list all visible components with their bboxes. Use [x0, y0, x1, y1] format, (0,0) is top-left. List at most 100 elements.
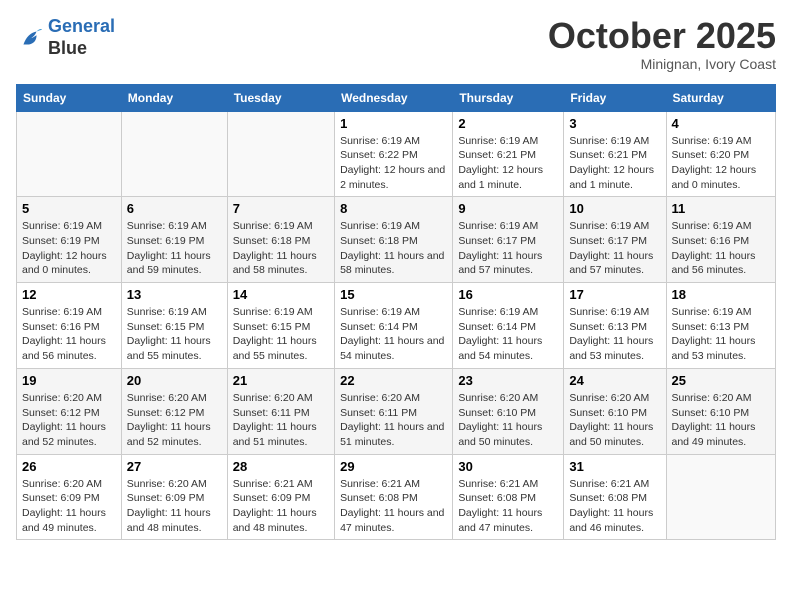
day-number: 6: [127, 201, 222, 216]
calendar-cell: [666, 454, 776, 540]
day-number: 3: [569, 116, 660, 131]
day-number: 21: [233, 373, 329, 388]
day-number: 4: [672, 116, 771, 131]
day-number: 13: [127, 287, 222, 302]
day-number: 27: [127, 459, 222, 474]
header-day-thursday: Thursday: [453, 84, 564, 111]
calendar-cell: 13 Sunrise: 6:19 AM Sunset: 6:15 PM Dayli…: [121, 283, 227, 369]
day-info: Sunrise: 6:20 AM Sunset: 6:11 PM Dayligh…: [340, 391, 447, 450]
calendar-cell: 6 Sunrise: 6:19 AM Sunset: 6:19 PM Daylig…: [121, 197, 227, 283]
calendar-cell: 30 Sunrise: 6:21 AM Sunset: 6:08 PM Dayli…: [453, 454, 564, 540]
day-number: 1: [340, 116, 447, 131]
day-info: Sunrise: 6:21 AM Sunset: 6:08 PM Dayligh…: [458, 477, 558, 536]
day-info: Sunrise: 6:19 AM Sunset: 6:15 PM Dayligh…: [127, 305, 222, 364]
day-info: Sunrise: 6:19 AM Sunset: 6:17 PM Dayligh…: [569, 219, 660, 278]
calendar-cell: 27 Sunrise: 6:20 AM Sunset: 6:09 PM Dayli…: [121, 454, 227, 540]
day-number: 11: [672, 201, 771, 216]
day-info: Sunrise: 6:19 AM Sunset: 6:21 PM Dayligh…: [458, 134, 558, 193]
day-info: Sunrise: 6:19 AM Sunset: 6:18 PM Dayligh…: [340, 219, 447, 278]
day-number: 2: [458, 116, 558, 131]
calendar-cell: 18 Sunrise: 6:19 AM Sunset: 6:13 PM Dayli…: [666, 283, 776, 369]
day-info: Sunrise: 6:20 AM Sunset: 6:09 PM Dayligh…: [127, 477, 222, 536]
calendar-cell: 8Sunrise: 6:19 AM Sunset: 6:18 PM Daylig…: [335, 197, 453, 283]
day-info: Sunrise: 6:20 AM Sunset: 6:11 PM Dayligh…: [233, 391, 329, 450]
day-number: 17: [569, 287, 660, 302]
day-number: 5: [22, 201, 116, 216]
calendar-cell: 28 Sunrise: 6:21 AM Sunset: 6:09 PM Dayli…: [227, 454, 334, 540]
day-info: Sunrise: 6:20 AM Sunset: 6:10 PM Dayligh…: [672, 391, 771, 450]
day-number: 31: [569, 459, 660, 474]
day-number: 19: [22, 373, 116, 388]
month-title: October 2025: [548, 16, 776, 56]
day-number: 18: [672, 287, 771, 302]
header-day-saturday: Saturday: [666, 84, 776, 111]
calendar-body: 1 Sunrise: 6:19 AM Sunset: 6:22 PM Daylig…: [17, 111, 776, 540]
page-header: General Blue October 2025 Minignan, Ivor…: [16, 16, 776, 72]
header-day-friday: Friday: [564, 84, 666, 111]
calendar-week-2: 5 Sunrise: 6:19 AM Sunset: 6:19 PM Daylig…: [17, 197, 776, 283]
calendar-cell: 31 Sunrise: 6:21 AM Sunset: 6:08 PM Dayli…: [564, 454, 666, 540]
day-info: Sunrise: 6:21 AM Sunset: 6:09 PM Dayligh…: [233, 477, 329, 536]
day-info: Sunrise: 6:19 AM Sunset: 6:16 PM Dayligh…: [672, 219, 771, 278]
calendar-cell: 3 Sunrise: 6:19 AM Sunset: 6:21 PM Daylig…: [564, 111, 666, 197]
day-number: 28: [233, 459, 329, 474]
day-info: Sunrise: 6:19 AM Sunset: 6:19 PM Dayligh…: [22, 219, 116, 278]
day-info: Sunrise: 6:19 AM Sunset: 6:21 PM Dayligh…: [569, 134, 660, 193]
day-number: 25: [672, 373, 771, 388]
calendar-week-1: 1 Sunrise: 6:19 AM Sunset: 6:22 PM Daylig…: [17, 111, 776, 197]
calendar-cell: 25 Sunrise: 6:20 AM Sunset: 6:10 PM Dayli…: [666, 368, 776, 454]
header-day-tuesday: Tuesday: [227, 84, 334, 111]
header-row: SundayMondayTuesdayWednesdayThursdayFrid…: [17, 84, 776, 111]
day-info: Sunrise: 6:19 AM Sunset: 6:14 PM Dayligh…: [458, 305, 558, 364]
calendar-cell: 2 Sunrise: 6:19 AM Sunset: 6:21 PM Daylig…: [453, 111, 564, 197]
day-number: 23: [458, 373, 558, 388]
title-block: October 2025 Minignan, Ivory Coast: [548, 16, 776, 72]
day-info: Sunrise: 6:19 AM Sunset: 6:15 PM Dayligh…: [233, 305, 329, 364]
calendar-cell: 11 Sunrise: 6:19 AM Sunset: 6:16 PM Dayli…: [666, 197, 776, 283]
day-info: Sunrise: 6:20 AM Sunset: 6:10 PM Dayligh…: [458, 391, 558, 450]
day-number: 15: [340, 287, 447, 302]
day-info: Sunrise: 6:21 AM Sunset: 6:08 PM Dayligh…: [340, 477, 447, 536]
calendar-cell: 9 Sunrise: 6:19 AM Sunset: 6:17 PM Daylig…: [453, 197, 564, 283]
header-day-wednesday: Wednesday: [335, 84, 453, 111]
calendar-cell: 21 Sunrise: 6:20 AM Sunset: 6:11 PM Dayli…: [227, 368, 334, 454]
day-number: 12: [22, 287, 116, 302]
day-info: Sunrise: 6:19 AM Sunset: 6:17 PM Dayligh…: [458, 219, 558, 278]
location-subtitle: Minignan, Ivory Coast: [548, 56, 776, 72]
day-number: 14: [233, 287, 329, 302]
day-info: Sunrise: 6:19 AM Sunset: 6:19 PM Dayligh…: [127, 219, 222, 278]
calendar-cell: 7Sunrise: 6:19 AM Sunset: 6:18 PM Daylig…: [227, 197, 334, 283]
day-info: Sunrise: 6:19 AM Sunset: 6:14 PM Dayligh…: [340, 305, 447, 364]
day-number: 29: [340, 459, 447, 474]
day-info: Sunrise: 6:20 AM Sunset: 6:10 PM Dayligh…: [569, 391, 660, 450]
day-info: Sunrise: 6:20 AM Sunset: 6:12 PM Dayligh…: [22, 391, 116, 450]
calendar-cell: [227, 111, 334, 197]
header-day-sunday: Sunday: [17, 84, 122, 111]
logo-text: General Blue: [48, 16, 115, 59]
calendar-week-5: 26Sunrise: 6:20 AM Sunset: 6:09 PM Dayli…: [17, 454, 776, 540]
calendar-table: SundayMondayTuesdayWednesdayThursdayFrid…: [16, 84, 776, 541]
calendar-cell: 23 Sunrise: 6:20 AM Sunset: 6:10 PM Dayli…: [453, 368, 564, 454]
day-number: 24: [569, 373, 660, 388]
calendar-cell: 1 Sunrise: 6:19 AM Sunset: 6:22 PM Daylig…: [335, 111, 453, 197]
calendar-cell: 24 Sunrise: 6:20 AM Sunset: 6:10 PM Dayli…: [564, 368, 666, 454]
calendar-week-3: 12Sunrise: 6:19 AM Sunset: 6:16 PM Dayli…: [17, 283, 776, 369]
calendar-cell: 19 Sunrise: 6:20 AM Sunset: 6:12 PM Dayli…: [17, 368, 122, 454]
day-number: 22: [340, 373, 447, 388]
calendar-cell: 14 Sunrise: 6:19 AM Sunset: 6:15 PM Dayli…: [227, 283, 334, 369]
day-info: Sunrise: 6:19 AM Sunset: 6:13 PM Dayligh…: [672, 305, 771, 364]
day-number: 9: [458, 201, 558, 216]
calendar-cell: 12Sunrise: 6:19 AM Sunset: 6:16 PM Dayli…: [17, 283, 122, 369]
calendar-cell: 29 Sunrise: 6:21 AM Sunset: 6:08 PM Dayli…: [335, 454, 453, 540]
calendar-cell: 20Sunrise: 6:20 AM Sunset: 6:12 PM Dayli…: [121, 368, 227, 454]
calendar-cell: 15 Sunrise: 6:19 AM Sunset: 6:14 PM Dayli…: [335, 283, 453, 369]
day-info: Sunrise: 6:19 AM Sunset: 6:22 PM Dayligh…: [340, 134, 447, 193]
day-info: Sunrise: 6:20 AM Sunset: 6:09 PM Dayligh…: [22, 477, 116, 536]
calendar-cell: [17, 111, 122, 197]
day-number: 30: [458, 459, 558, 474]
calendar-cell: 26Sunrise: 6:20 AM Sunset: 6:09 PM Dayli…: [17, 454, 122, 540]
calendar-cell: 10Sunrise: 6:19 AM Sunset: 6:17 PM Dayli…: [564, 197, 666, 283]
calendar-cell: 17Sunrise: 6:19 AM Sunset: 6:13 PM Dayli…: [564, 283, 666, 369]
day-info: Sunrise: 6:21 AM Sunset: 6:08 PM Dayligh…: [569, 477, 660, 536]
day-number: 16: [458, 287, 558, 302]
